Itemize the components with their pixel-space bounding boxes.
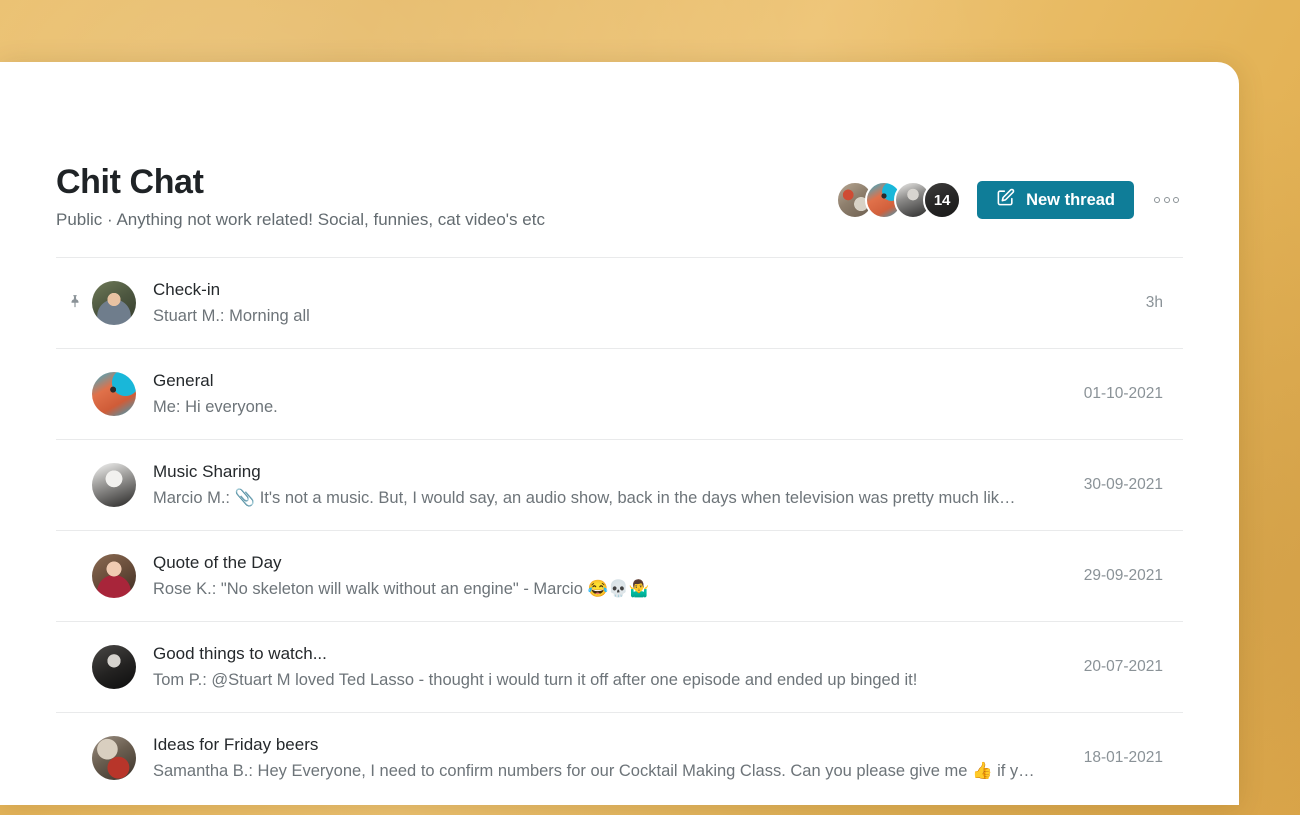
thread-title: Check-in: [153, 279, 221, 299]
thread-row[interactable]: Music Sharing Marcio M.: 📎 It's not a mu…: [56, 439, 1183, 530]
thread-preview: Me: Hi everyone. 👋: [153, 397, 282, 416]
thread-avatar: [92, 372, 136, 417]
page-subtitle: Public · Anything not work related! Soci…: [56, 210, 545, 230]
pushpin-icon: [68, 294, 82, 313]
thread-body: Check-in Stuart M.: Morning all: [136, 279, 1146, 328]
thread-body: Music Sharing Marcio M.: 📎 It's not a mu…: [136, 461, 1084, 510]
thread-body: Ideas for Friday beers Samantha B.: Hey …: [136, 734, 1084, 783]
compose-pencil-icon: [996, 188, 1015, 212]
thread-preview: Samantha B.: Hey Everyone, I need to con…: [153, 761, 1035, 780]
thread-row[interactable]: Quote of the Day Rose K.: "No skeleton w…: [56, 530, 1183, 621]
thread-body: General Me: Hi everyone. 👋: [136, 370, 1084, 419]
thread-row[interactable]: General Me: Hi everyone. 👋 01-10-2021: [56, 348, 1183, 439]
page-title: Chit Chat: [56, 163, 204, 201]
member-avatar-4[interactable]: 14: [923, 181, 962, 219]
new-thread-label: New thread: [1026, 190, 1115, 209]
three-dots-icon[interactable]: [1150, 189, 1183, 211]
thread-list: Check-in Stuart M.: Morning all 3h Gener…: [56, 257, 1183, 803]
thread-timestamp: 3h: [1145, 294, 1163, 312]
channel-header-left: Chit Chat Public · Anything not work rel…: [56, 161, 545, 231]
channel-header-actions: 14 New thread: [836, 161, 1183, 219]
thread-avatar: [92, 645, 136, 690]
thread-timestamp: 30-09-2021: [1083, 476, 1163, 494]
thread-avatar: [92, 463, 136, 508]
thread-timestamp: 01-10-2021: [1083, 385, 1163, 403]
thread-row[interactable]: Check-in Stuart M.: Morning all 3h: [56, 257, 1183, 348]
thread-timestamp: 18-01-2021: [1083, 749, 1163, 767]
thread-title: Good things to watch...: [153, 643, 327, 663]
app-card: Chit Chat Public · Anything not work rel…: [0, 62, 1239, 805]
thread-avatar: [92, 736, 136, 781]
thread-avatar: [92, 281, 136, 326]
kebab-dot-1: [1154, 197, 1160, 203]
thread-row[interactable]: Ideas for Friday beers Samantha B.: Hey …: [56, 712, 1183, 803]
thread-preview: Tom P.: @Stuart M loved Ted Lasso - thou…: [153, 670, 918, 689]
thread-title: General: [153, 370, 214, 390]
pin-slot: [56, 294, 92, 313]
thread-title: Quote of the Day: [153, 552, 282, 572]
member-overflow-count: 14: [925, 183, 960, 217]
thread-body: Quote of the Day Rose K.: "No skeleton w…: [136, 552, 1084, 601]
thread-timestamp: 20-07-2021: [1083, 658, 1163, 676]
thread-timestamp: 29-09-2021: [1083, 567, 1163, 585]
thread-title: Ideas for Friday beers: [153, 734, 319, 754]
thread-preview: Stuart M.: Morning all: [153, 306, 310, 325]
thread-body: Good things to watch... Tom P.: @Stuart …: [136, 643, 1084, 692]
channel-header: Chit Chat Public · Anything not work rel…: [56, 62, 1183, 257]
thread-preview: Marcio M.: 📎 It's not a music. But, I wo…: [153, 488, 1016, 507]
thread-row[interactable]: Good things to watch... Tom P.: @Stuart …: [56, 621, 1183, 712]
thread-preview: Rose K.: "No skeleton will walk without …: [153, 579, 650, 598]
new-thread-button[interactable]: New thread: [977, 181, 1134, 219]
thread-avatar: [92, 554, 136, 599]
kebab-dot-2: [1163, 197, 1170, 203]
thread-title: Music Sharing: [153, 461, 261, 481]
kebab-dot-3: [1173, 197, 1179, 203]
card-content: Chit Chat Public · Anything not work rel…: [0, 62, 1239, 805]
member-avatar-stack[interactable]: 14: [836, 181, 962, 219]
